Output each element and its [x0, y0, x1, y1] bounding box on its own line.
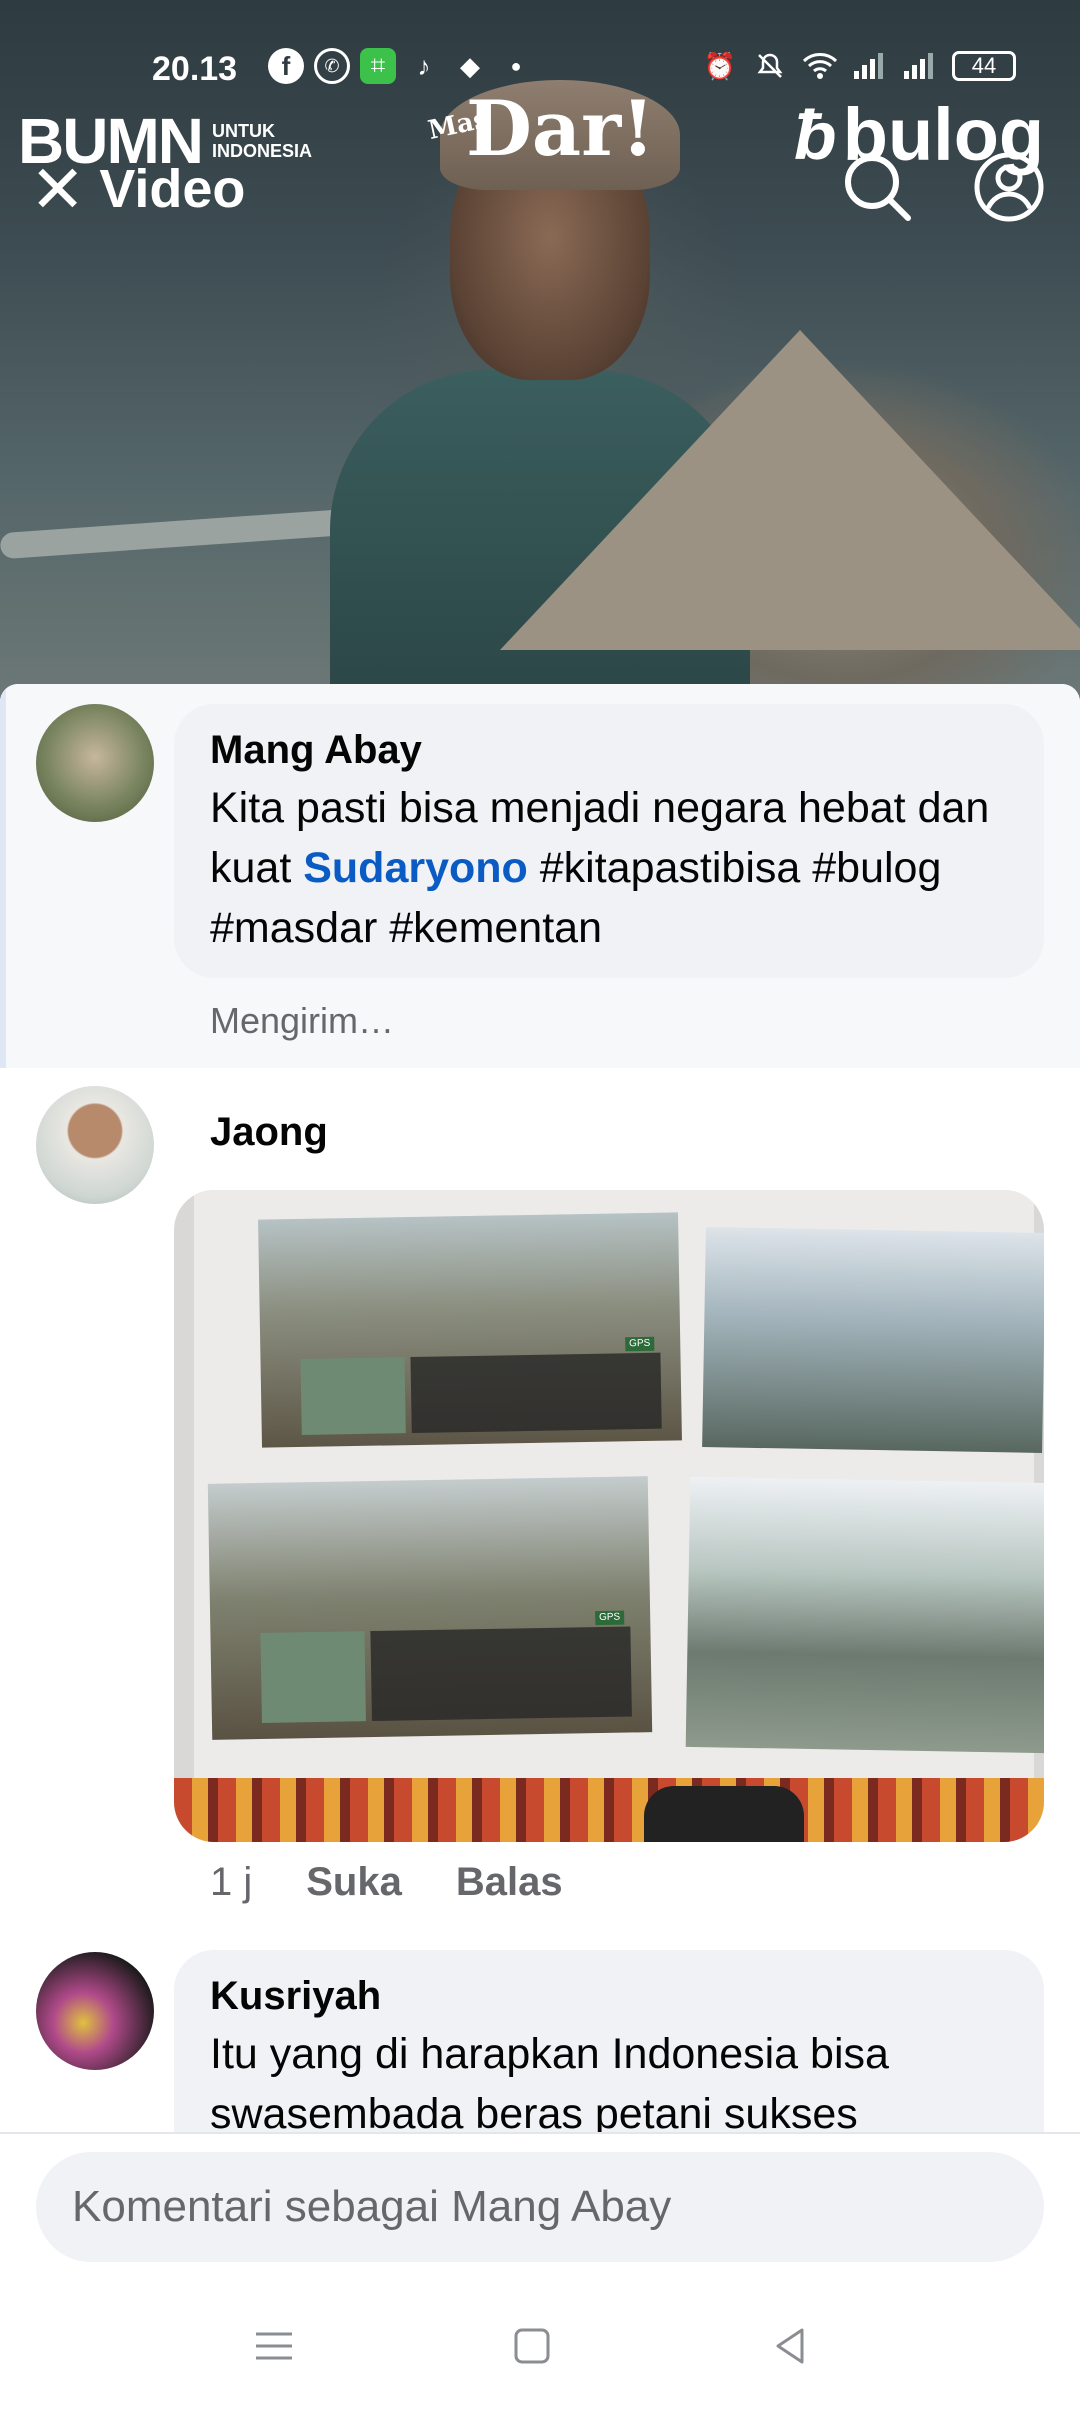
- like-button[interactable]: Suka: [306, 1860, 402, 1905]
- video-header: ✕ Video: [0, 150, 1080, 230]
- video-title: Video: [99, 159, 246, 219]
- photo-paper: GPS GPS: [194, 1190, 1044, 1780]
- close-video-button[interactable]: ✕ Video: [30, 156, 245, 222]
- pending-indicator: [0, 684, 6, 1068]
- battery-icon: 44: [952, 51, 1016, 81]
- tiktok-icon: ♪: [417, 50, 431, 81]
- comment-author[interactable]: Mang Abay: [210, 722, 1008, 778]
- mute-icon: [752, 48, 788, 84]
- comment-bubble[interactable]: Mang Abay Kita pasti bisa menjadi negara…: [174, 704, 1044, 978]
- photo-shadow: [644, 1786, 804, 1842]
- gps-tag: GPS: [594, 1610, 625, 1626]
- facebook-icon: f: [268, 48, 304, 84]
- comment-input[interactable]: [36, 2152, 1044, 2262]
- signal-icon: [852, 48, 888, 84]
- wifi-icon: [802, 48, 838, 84]
- comment-composer: [0, 2132, 1080, 2282]
- avatar[interactable]: [36, 704, 154, 822]
- avatar[interactable]: [36, 1086, 154, 1204]
- gps-tag: GPS: [625, 1336, 655, 1352]
- comment-author[interactable]: Jaong: [210, 1104, 328, 1160]
- back-button[interactable]: [760, 2316, 820, 2376]
- video-frame-pole: [0, 506, 381, 560]
- system-nav-bar: [0, 2280, 1080, 2412]
- video-frame-conical-hat: [500, 330, 1080, 650]
- photo-cell: [685, 1476, 1044, 1754]
- photo-fabric-strip: [174, 1778, 1044, 1842]
- alarm-icon: ⏰: [703, 50, 737, 81]
- avatar[interactable]: [36, 1952, 154, 2070]
- search-icon: [845, 155, 911, 221]
- comment-text: Kita pasti bisa menjadi negara hebat dan…: [210, 778, 1008, 958]
- home-button[interactable]: [502, 2316, 562, 2376]
- photo-cell: [702, 1227, 1044, 1453]
- status-time: 20.13: [152, 50, 238, 88]
- cube-icon: ◆: [460, 50, 480, 81]
- menu-icon: [256, 2332, 292, 2360]
- reply-button[interactable]: Balas: [456, 1860, 563, 1905]
- comments-sheet[interactable]: Mang Abay Kita pasti bisa menjadi negara…: [0, 684, 1080, 2280]
- search-button[interactable]: [840, 150, 914, 224]
- square-icon: [514, 2328, 550, 2364]
- back-icon: [776, 2328, 804, 2364]
- map-thumbnail: [260, 1631, 366, 1723]
- recents-button[interactable]: [244, 2316, 304, 2376]
- whatsapp-icon: ✆: [314, 48, 350, 84]
- photo-cell: GPS: [207, 1476, 653, 1740]
- gps-stamp: GPS: [300, 1336, 662, 1435]
- mention-link[interactable]: Sudaryono: [303, 844, 528, 892]
- app-icon: ⌗: [360, 48, 396, 84]
- comment-actions: 1 j Suka Balas: [210, 1860, 563, 1905]
- close-icon: ✕: [30, 152, 86, 226]
- profile-icon: [974, 152, 1044, 222]
- comment-text: Itu yang di harapkan Indonesia bisa swas…: [210, 2030, 889, 2138]
- signal-icon: [902, 48, 938, 84]
- dot-icon: ●: [510, 55, 522, 76]
- sending-status: Mengirim…: [210, 1000, 395, 1041]
- profile-button[interactable]: [972, 150, 1046, 224]
- comment-time: 1 j: [210, 1860, 253, 1904]
- photo-cell: GPS: [258, 1212, 682, 1448]
- gps-stamp: GPS: [260, 1610, 632, 1723]
- notification-icons: f ✆ ⌗ ♪ ◆ ●: [268, 48, 534, 84]
- map-thumbnail: [300, 1357, 406, 1435]
- system-icons: ⏰ 44: [702, 48, 1016, 84]
- comment-author[interactable]: Kusriyah: [210, 1968, 1008, 2024]
- comment-photo[interactable]: GPS GPS: [174, 1190, 1044, 1842]
